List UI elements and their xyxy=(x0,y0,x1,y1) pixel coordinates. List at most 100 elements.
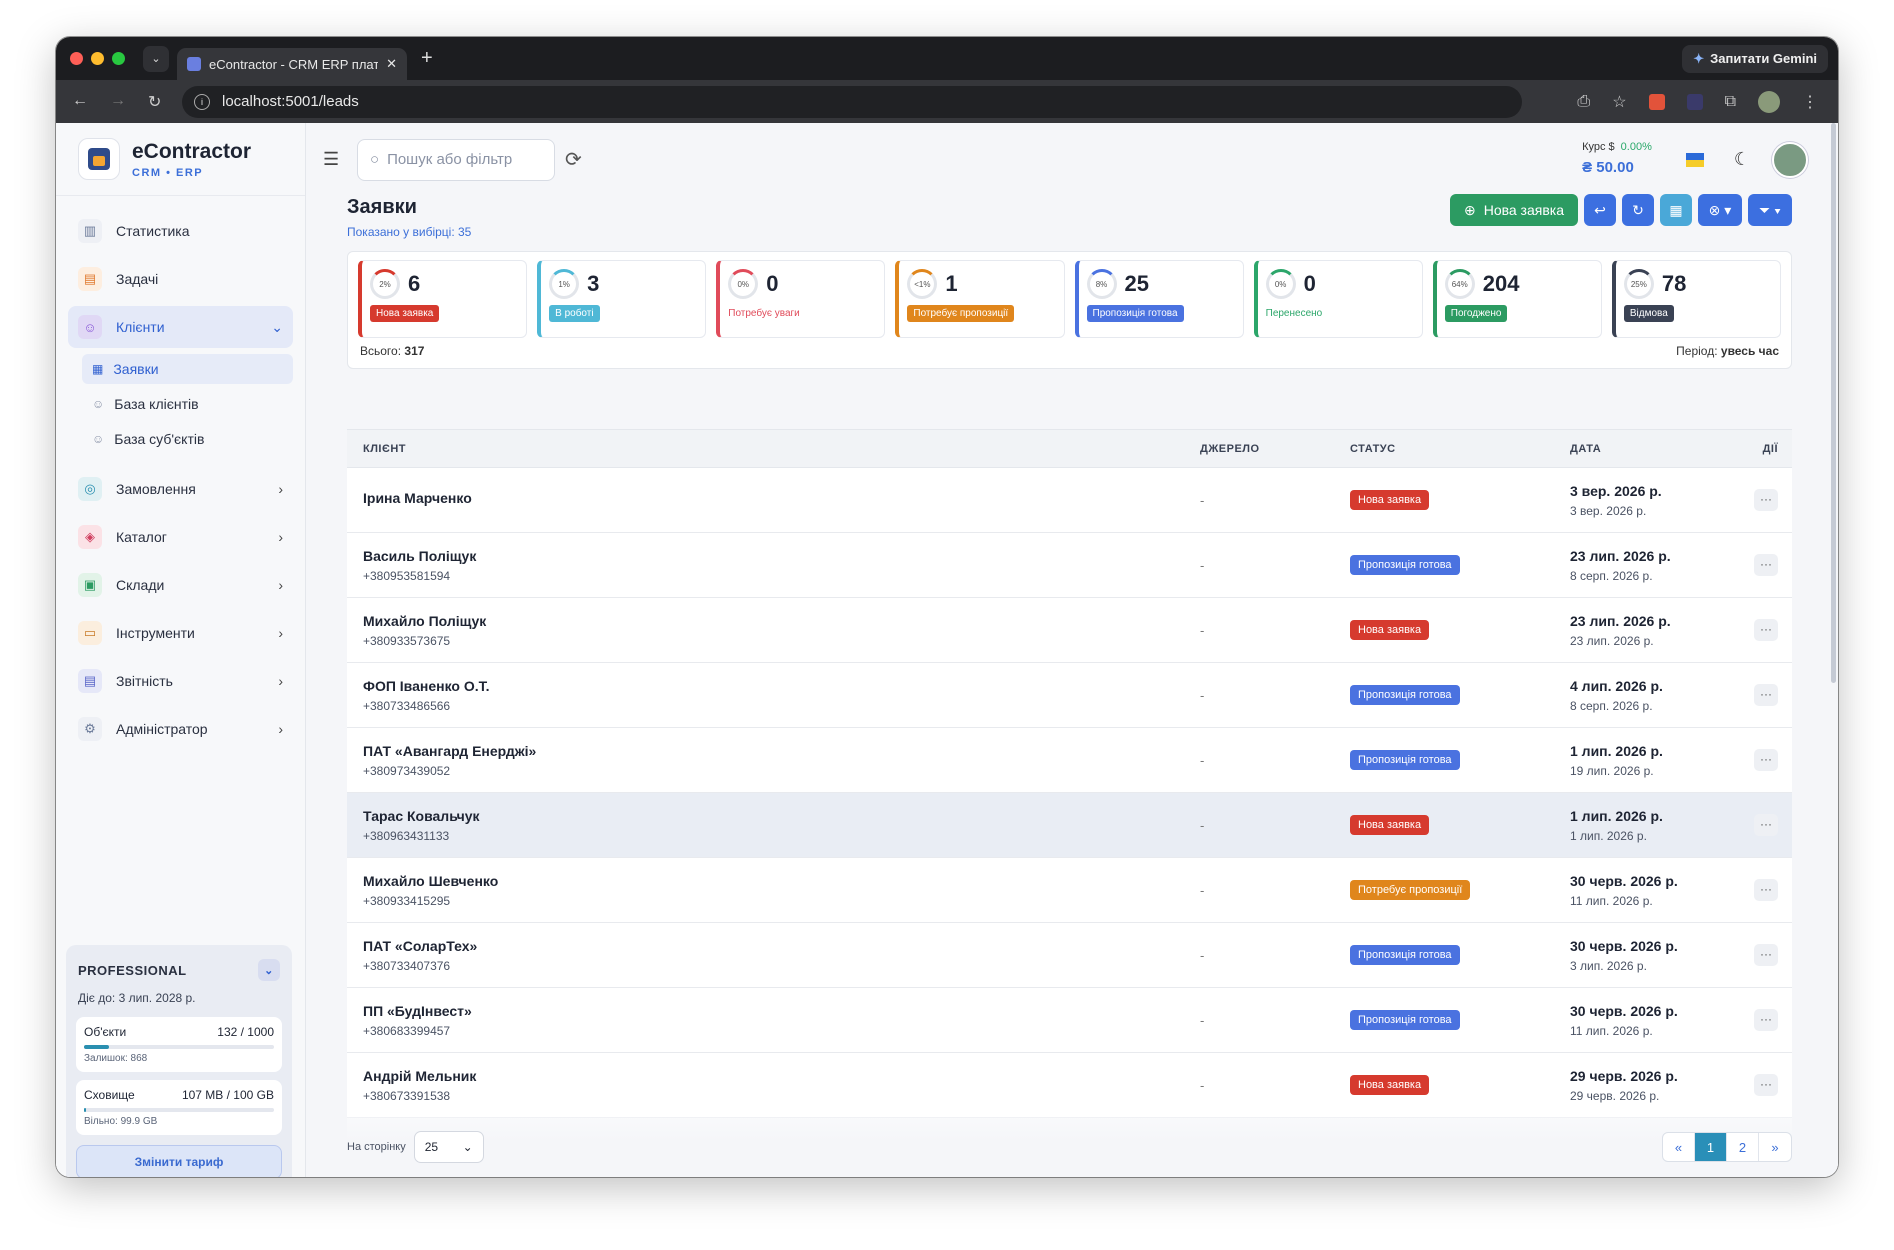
lead-source: - xyxy=(1200,492,1205,508)
col-source[interactable]: ДЖЕРЕЛО xyxy=(1200,443,1350,455)
table-row[interactable]: ПАТ «Авангард Енерджі» +380973439052 - Пр… xyxy=(347,728,1792,793)
client-name[interactable]: Тарас Ковальчук xyxy=(363,808,1200,824)
reload-button[interactable]: ↻ xyxy=(1622,194,1654,226)
page-button[interactable]: 2 xyxy=(1727,1133,1759,1161)
grid-view-button[interactable]: ▦ xyxy=(1660,194,1692,226)
row-actions-button[interactable]: ··· xyxy=(1754,554,1778,576)
col-date[interactable]: ДАТА xyxy=(1570,443,1730,455)
page-button[interactable]: « xyxy=(1663,1133,1695,1161)
filter-button[interactable]: ⏷ ▾ xyxy=(1748,194,1792,226)
more-menu-icon[interactable]: ⋮ xyxy=(1802,92,1818,112)
sidebar-item-warehouses[interactable]: ▣ Склади › xyxy=(68,564,293,606)
client-name[interactable]: Андрій Мельник xyxy=(363,1068,1200,1084)
close-tab-icon[interactable]: ✕ xyxy=(386,56,397,72)
sidebar-item-reports[interactable]: ▤ Звітність › xyxy=(68,660,293,702)
client-name[interactable]: ФОП Іваненко О.Т. xyxy=(363,678,1200,694)
sidebar-item-tools[interactable]: ▭ Інструменти › xyxy=(68,612,293,654)
menu-toggle-icon[interactable]: ☰ xyxy=(323,149,347,170)
url-field[interactable]: i localhost:5001/leads xyxy=(182,85,1522,118)
chevron-right-icon: › xyxy=(278,577,283,593)
reload-icon[interactable]: ↻ xyxy=(148,92,161,112)
address-bar: ← → ↻ i localhost:5001/leads ⎙ ☆ ⧉ ⋮ xyxy=(56,80,1838,123)
stat-card[interactable]: <1% 1 Потребує пропозиції xyxy=(895,260,1065,338)
table-row[interactable]: ПП «БудІнвест» +380683399457 - Пропозиція… xyxy=(347,988,1792,1053)
sidebar-item-catalog[interactable]: ◈ Каталог › xyxy=(68,516,293,558)
stat-card[interactable]: 64% 204 Погоджено xyxy=(1432,260,1602,338)
page-button[interactable]: » xyxy=(1759,1133,1791,1161)
row-actions-button[interactable]: ··· xyxy=(1754,814,1778,836)
moon-icon[interactable]: ☾ xyxy=(1734,149,1750,170)
table-row[interactable]: Михайло Шевченко +380933415295 - Потребує… xyxy=(347,858,1792,923)
change-plan-button[interactable]: Змінити тариф xyxy=(76,1145,282,1177)
site-info-icon[interactable]: i xyxy=(194,93,210,110)
table-row[interactable]: Андрій Мельник +380673391538 - Нова заявк… xyxy=(347,1053,1792,1118)
row-actions-button[interactable]: ··· xyxy=(1754,749,1778,771)
sidebar-item-admin[interactable]: ⚙ Адміністратор › xyxy=(68,708,293,750)
row-actions-button[interactable]: ··· xyxy=(1754,879,1778,901)
user-avatar[interactable] xyxy=(1772,141,1808,178)
stat-card[interactable]: 25% 78 Відмова xyxy=(1611,260,1781,338)
row-actions-button[interactable]: ··· xyxy=(1754,684,1778,706)
sidebar-subitem-entities-base[interactable]: ☺ База суб'єктів xyxy=(82,424,293,454)
table-row[interactable]: Василь Поліщук +380953581594 - Пропозиція… xyxy=(347,533,1792,598)
new-tab-button[interactable]: + xyxy=(421,47,433,70)
scrollbar[interactable] xyxy=(1831,123,1836,683)
sidebar-item-tasks[interactable]: ▤ Задачі xyxy=(68,258,293,300)
row-actions-button[interactable]: ··· xyxy=(1754,619,1778,641)
back-icon[interactable]: ← xyxy=(72,92,88,112)
table-row[interactable]: Тарас Ковальчук +380963431133 - Нова заяв… xyxy=(347,793,1792,858)
table-row[interactable]: ФОП Іваненко О.Т. +380733486566 - Пропози… xyxy=(347,663,1792,728)
sidebar-subitem-leads[interactable]: ▦ Заявки xyxy=(82,354,293,384)
lead-date: 29 черв. 2026 р. xyxy=(1570,1067,1678,1084)
undo-button[interactable]: ↩ xyxy=(1584,194,1616,226)
stat-card[interactable]: 0% 0 Перенесено xyxy=(1253,260,1423,338)
stat-card[interactable]: 8% 25 Пропозиція готова xyxy=(1074,260,1244,338)
client-name[interactable]: ПАТ «Авангард Енерджі» xyxy=(363,743,1200,759)
stat-card[interactable]: 1% 3 В роботі xyxy=(537,260,707,338)
per-page-select[interactable]: 25 ⌄ xyxy=(413,1131,484,1163)
sidebar-item-clients[interactable]: ☺ Клієнти ⌄ xyxy=(68,306,293,348)
flag-icon[interactable] xyxy=(1685,152,1704,167)
row-actions-button[interactable]: ··· xyxy=(1754,1074,1778,1096)
client-name[interactable]: Ірина Марченко xyxy=(363,490,1200,506)
row-actions-button[interactable]: ··· xyxy=(1754,489,1778,511)
new-lead-button[interactable]: ⊕ Нова заявка xyxy=(1449,194,1578,226)
profile-avatar[interactable] xyxy=(1758,90,1780,113)
forward-icon[interactable]: → xyxy=(110,92,126,112)
table-row[interactable]: Ірина Марченко - Нова заявка 3 вер. 2026… xyxy=(347,468,1792,533)
page-button[interactable]: 1 xyxy=(1695,1133,1727,1161)
stat-card[interactable]: 0% 0 Потребує уваги xyxy=(716,260,886,338)
close-window-button[interactable] xyxy=(70,52,83,65)
sidebar-subitem-clients-base[interactable]: ☺ База клієнтів xyxy=(82,389,293,419)
gemini-button[interactable]: ✦ Запитати Gemini xyxy=(1682,44,1828,73)
client-name[interactable]: Михайло Шевченко xyxy=(363,873,1200,889)
extension-icon[interactable] xyxy=(1648,93,1665,110)
pagination: «1 2» xyxy=(1662,1132,1792,1162)
extension-icon-2[interactable] xyxy=(1686,93,1703,110)
table-row[interactable]: Михайло Поліщук +380933573675 - Нова заяв… xyxy=(347,598,1792,663)
search-input[interactable]: ○ Пошук або фільтр xyxy=(357,138,555,181)
row-actions-button[interactable]: ··· xyxy=(1754,944,1778,966)
collapse-plan-icon[interactable]: ⌄ xyxy=(258,959,280,981)
col-client[interactable]: КЛІЄНТ xyxy=(347,443,1200,455)
client-name[interactable]: ПП «БудІнвест» xyxy=(363,1003,1200,1019)
tab-search-button[interactable]: ⌄ xyxy=(143,45,169,72)
sidebar-item-statistics[interactable]: ▥ Статистика xyxy=(68,210,293,252)
stat-card[interactable]: 2% 6 Нова заявка xyxy=(358,260,528,338)
client-name[interactable]: Василь Поліщук xyxy=(363,548,1200,564)
extensions-puzzle-icon[interactable]: ⧉ xyxy=(1725,93,1736,111)
minimize-window-button[interactable] xyxy=(91,52,104,65)
table-row[interactable]: ПАТ «СоларТех» +380733407376 - Пропозиція… xyxy=(347,923,1792,988)
client-name[interactable]: ПАТ «СоларТех» xyxy=(363,938,1200,954)
refresh-icon[interactable]: ⟳ xyxy=(565,147,582,172)
maximize-window-button[interactable] xyxy=(112,52,125,65)
bookmark-star-icon[interactable]: ☆ xyxy=(1612,92,1626,112)
browser-tab[interactable]: eContractor - CRM ERP плат ✕ xyxy=(177,48,407,80)
row-actions-button[interactable]: ··· xyxy=(1754,1009,1778,1031)
col-status[interactable]: СТАТУС xyxy=(1350,443,1570,455)
brand-logo[interactable]: eContractor CRM • ERP xyxy=(56,123,305,196)
sidebar-item-orders[interactable]: ◎ Замовлення › xyxy=(68,468,293,510)
status-filter-button[interactable]: ⊗ ▾ xyxy=(1698,194,1742,226)
client-name[interactable]: Михайло Поліщук xyxy=(363,613,1200,629)
install-icon[interactable]: ⎙ xyxy=(1577,93,1590,111)
